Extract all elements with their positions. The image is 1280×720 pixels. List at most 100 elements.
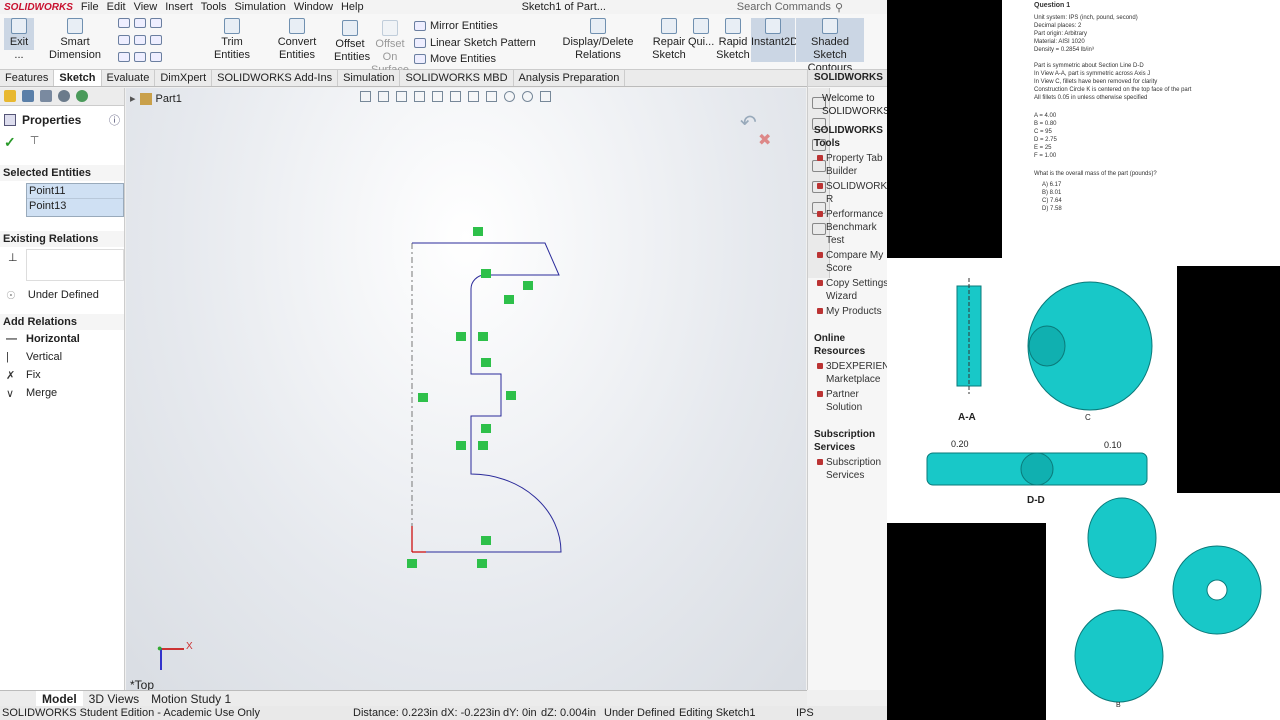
tool-my-products[interactable]: My Products xyxy=(814,305,887,318)
offset-entities-button[interactable]: Offset Entities xyxy=(334,20,370,64)
linear-pattern-button[interactable]: Linear Sketch Pattern xyxy=(414,37,536,49)
ok-check-icon[interactable]: ✓ xyxy=(4,134,16,151)
online-resources-header: Online Resources xyxy=(814,333,866,357)
definition-status-bar: Under Defined xyxy=(604,707,675,719)
vertical-relation-glyph[interactable] xyxy=(418,393,428,402)
selected-entity-item[interactable]: Point11 xyxy=(27,184,123,199)
repair-sketch-button[interactable]: Repair Sketch xyxy=(652,18,686,62)
menu-help[interactable]: Help xyxy=(337,1,368,13)
menu-tools[interactable]: Tools xyxy=(197,1,231,13)
move-entities-button[interactable]: Move Entities xyxy=(414,53,496,65)
slot-icon[interactable] xyxy=(134,52,146,62)
horizontal-relation-glyph[interactable] xyxy=(523,281,533,290)
coincident-relation-glyph[interactable] xyxy=(407,559,417,568)
link-partner-solutions[interactable]: Partner Solution xyxy=(814,388,887,414)
coincident-relation-glyph[interactable] xyxy=(481,269,491,278)
display-delete-relations-button[interactable]: Display/Delete Relations xyxy=(542,18,654,62)
shaded-sketch-contours-button[interactable]: Shaded Sketch Contours xyxy=(796,18,864,74)
quick-snaps-button[interactable]: Qui... xyxy=(688,18,714,49)
horizontal-relation-glyph[interactable] xyxy=(481,358,491,367)
coincident-relation-glyph[interactable] xyxy=(477,559,487,568)
spline-icon[interactable] xyxy=(150,18,162,28)
tab-model[interactable]: Model xyxy=(36,691,83,706)
tab-features[interactable]: Features xyxy=(0,70,55,86)
horizontal-relation-glyph[interactable] xyxy=(481,536,491,545)
feature-manager-icon[interactable] xyxy=(4,90,16,102)
selected-entity-item[interactable]: Point13 xyxy=(27,199,123,213)
units-selector[interactable]: IPS xyxy=(796,707,814,719)
perpendicular-icon: ⊥ xyxy=(8,252,18,264)
polygon-icon[interactable] xyxy=(118,52,130,62)
circle-icon[interactable] xyxy=(134,18,146,28)
menu-insert[interactable]: Insert xyxy=(161,1,197,13)
link-3dexperience-marketplace[interactable]: 3DEXPERIENCE Marketplace xyxy=(814,360,887,386)
tool-solidworks-rx[interactable]: SOLIDWORKS R xyxy=(814,180,887,206)
menu-view[interactable]: View xyxy=(130,1,162,13)
tab-analysis-preparation[interactable]: Analysis Preparation xyxy=(514,70,626,86)
link-subscription-services[interactable]: Subscription Services xyxy=(814,456,887,482)
view-c-boss xyxy=(1028,325,1066,367)
config-manager-icon[interactable] xyxy=(40,90,52,102)
search-icon[interactable]: ⚲ xyxy=(835,1,843,14)
horizontal-relation-glyph[interactable] xyxy=(481,424,491,433)
tab-nav-arrows[interactable] xyxy=(0,691,36,706)
graphics-area[interactable]: ▸ Part1 ↶ ✖ X ● *Top xyxy=(126,88,806,692)
property-manager-icon[interactable] xyxy=(22,90,34,102)
vertical-relation-glyph[interactable] xyxy=(506,391,516,400)
exit-sketch-button[interactable]: Exit ... xyxy=(4,18,34,61)
tab-simulation[interactable]: Simulation xyxy=(338,70,401,86)
task-pane: SOLIDWORKS Welcome to SOLIDWORKS SOLIDWO… xyxy=(807,70,887,690)
convert-entities-button[interactable]: Convert Entities xyxy=(262,18,332,62)
tab-3d-views[interactable]: 3D Views xyxy=(83,691,145,706)
menu-window[interactable]: Window xyxy=(290,1,337,13)
ellipse-icon[interactable] xyxy=(150,35,162,45)
search-commands[interactable]: Search Commands ⚲ xyxy=(737,1,887,14)
tab-evaluate[interactable]: Evaluate xyxy=(102,70,156,86)
relation-merge[interactable]: ∨ Merge xyxy=(0,384,124,402)
perpendicular-relation-glyph[interactable] xyxy=(456,332,466,341)
mirror-entities-button[interactable]: Mirror Entities xyxy=(414,20,498,32)
welcome-link[interactable]: Welcome to SOLIDWORKS xyxy=(814,92,887,118)
instant2d-button[interactable]: Instant2D xyxy=(751,18,798,62)
perpendicular-relation-glyph[interactable] xyxy=(456,441,466,450)
search-input[interactable]: Search Commands xyxy=(737,1,831,13)
manager-tabs xyxy=(0,88,124,106)
selected-entities-list[interactable]: Point11 Point13 xyxy=(26,183,124,217)
menu-simulation[interactable]: Simulation xyxy=(230,1,289,13)
relation-vertical[interactable]: | Vertical xyxy=(0,348,124,366)
arc-icon[interactable] xyxy=(134,35,146,45)
trim-entities-button[interactable]: Trim Entities xyxy=(204,18,260,62)
offset-on-surface-button[interactable]: Offset On Surface xyxy=(368,20,412,77)
display-manager-icon[interactable] xyxy=(76,90,88,102)
value-line: B = 0.80 xyxy=(1034,121,1057,127)
tool-property-tab-builder[interactable]: Property Tab Builder xyxy=(814,152,887,178)
cancel-corner-icon[interactable]: ✖ xyxy=(758,130,771,150)
line-icon[interactable] xyxy=(118,18,130,28)
menu-edit[interactable]: Edit xyxy=(103,1,130,13)
pin-icon[interactable]: ⊤ xyxy=(30,134,40,151)
sketch-profile[interactable] xyxy=(412,242,562,553)
relation-horizontal[interactable]: — Horizontal xyxy=(0,330,124,348)
tangent-relation-glyph[interactable] xyxy=(504,295,514,304)
tab-dimxpert[interactable]: DimXpert xyxy=(155,70,213,86)
tab-sketch[interactable]: Sketch xyxy=(54,70,102,86)
relation-fix[interactable]: ✗ Fix xyxy=(0,366,124,384)
fillet-icon[interactable] xyxy=(150,52,162,62)
smart-dimension-button[interactable]: Smart Dimension xyxy=(36,18,114,62)
menu-file[interactable]: File xyxy=(77,1,103,13)
tool-performance-benchmark[interactable]: Performance Benchmark Test xyxy=(814,208,887,247)
tab-mbd[interactable]: SOLIDWORKS MBD xyxy=(400,70,514,86)
tab-motion-study[interactable]: Motion Study 1 xyxy=(145,691,237,706)
vertical-relation-glyph[interactable] xyxy=(478,441,488,450)
tab-addins[interactable]: SOLIDWORKS Add-Ins xyxy=(212,70,339,86)
rapid-sketch-button[interactable]: Rapid Sketch xyxy=(716,18,750,62)
rectangle-icon[interactable] xyxy=(118,35,130,45)
tool-compare-score[interactable]: Compare My Score xyxy=(814,249,887,275)
tool-copy-settings[interactable]: Copy Settings Wizard xyxy=(814,277,887,303)
dimxpert-icon[interactable] xyxy=(58,90,70,102)
existing-relations-list[interactable] xyxy=(26,249,124,281)
horizontal-relation-glyph[interactable] xyxy=(473,227,483,236)
task-pane-header: SOLIDWORKS xyxy=(808,70,887,87)
vertical-relation-glyph[interactable] xyxy=(478,332,488,341)
help-icon[interactable]: ⓘ xyxy=(109,112,120,128)
